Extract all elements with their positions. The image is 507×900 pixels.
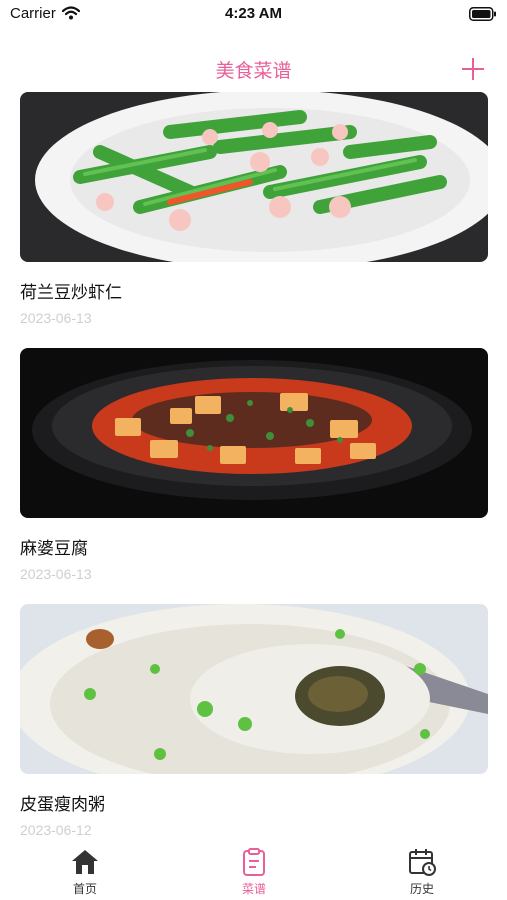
navigation-bar: 美食菜谱 [0,52,507,86]
home-icon [72,850,98,874]
tab-history-label: 历史 [409,882,434,896]
recipe-icon [243,848,265,876]
recipe-name: 皮蛋瘦肉粥 [20,795,105,815]
tab-recipes[interactable]: 菜谱 [214,848,294,897]
recipe-name: 荷兰豆炒虾仁 [20,283,122,303]
history-calendar-icon [409,849,436,876]
recipe-card[interactable]: 荷兰豆炒虾仁 2023-06-13 [20,92,488,326]
page-title: 美食菜谱 [215,60,292,82]
tab-home[interactable]: 首页 [45,848,125,897]
tab-home-label: 首页 [72,882,97,896]
tab-recipes-label: 菜谱 [241,882,266,896]
add-recipe-button[interactable] [459,55,487,83]
recipe-card[interactable]: 麻婆豆腐 2023-06-13 [20,348,488,582]
recipe-date: 2023-06-13 [20,310,92,326]
recipe-date: 2023-06-13 [20,566,92,582]
clock-time: 4:23 AM [225,5,282,22]
recipe-date: 2023-06-12 [20,822,92,838]
recipe-name: 麻婆豆腐 [20,539,88,559]
tab-history[interactable]: 历史 [382,848,462,897]
battery-icon [469,7,496,21]
recipe-card[interactable]: 皮蛋瘦肉粥 2023-06-12 [20,604,488,838]
recipe-photo-congee [20,604,488,774]
tab-bar: 首页 菜谱 历史 [0,840,507,900]
recipe-photo-snow-peas-shrimp [20,92,488,262]
recipe-photo-mapo-tofu [20,348,488,518]
status-bar: Carrier 4:23 AM [0,0,507,30]
